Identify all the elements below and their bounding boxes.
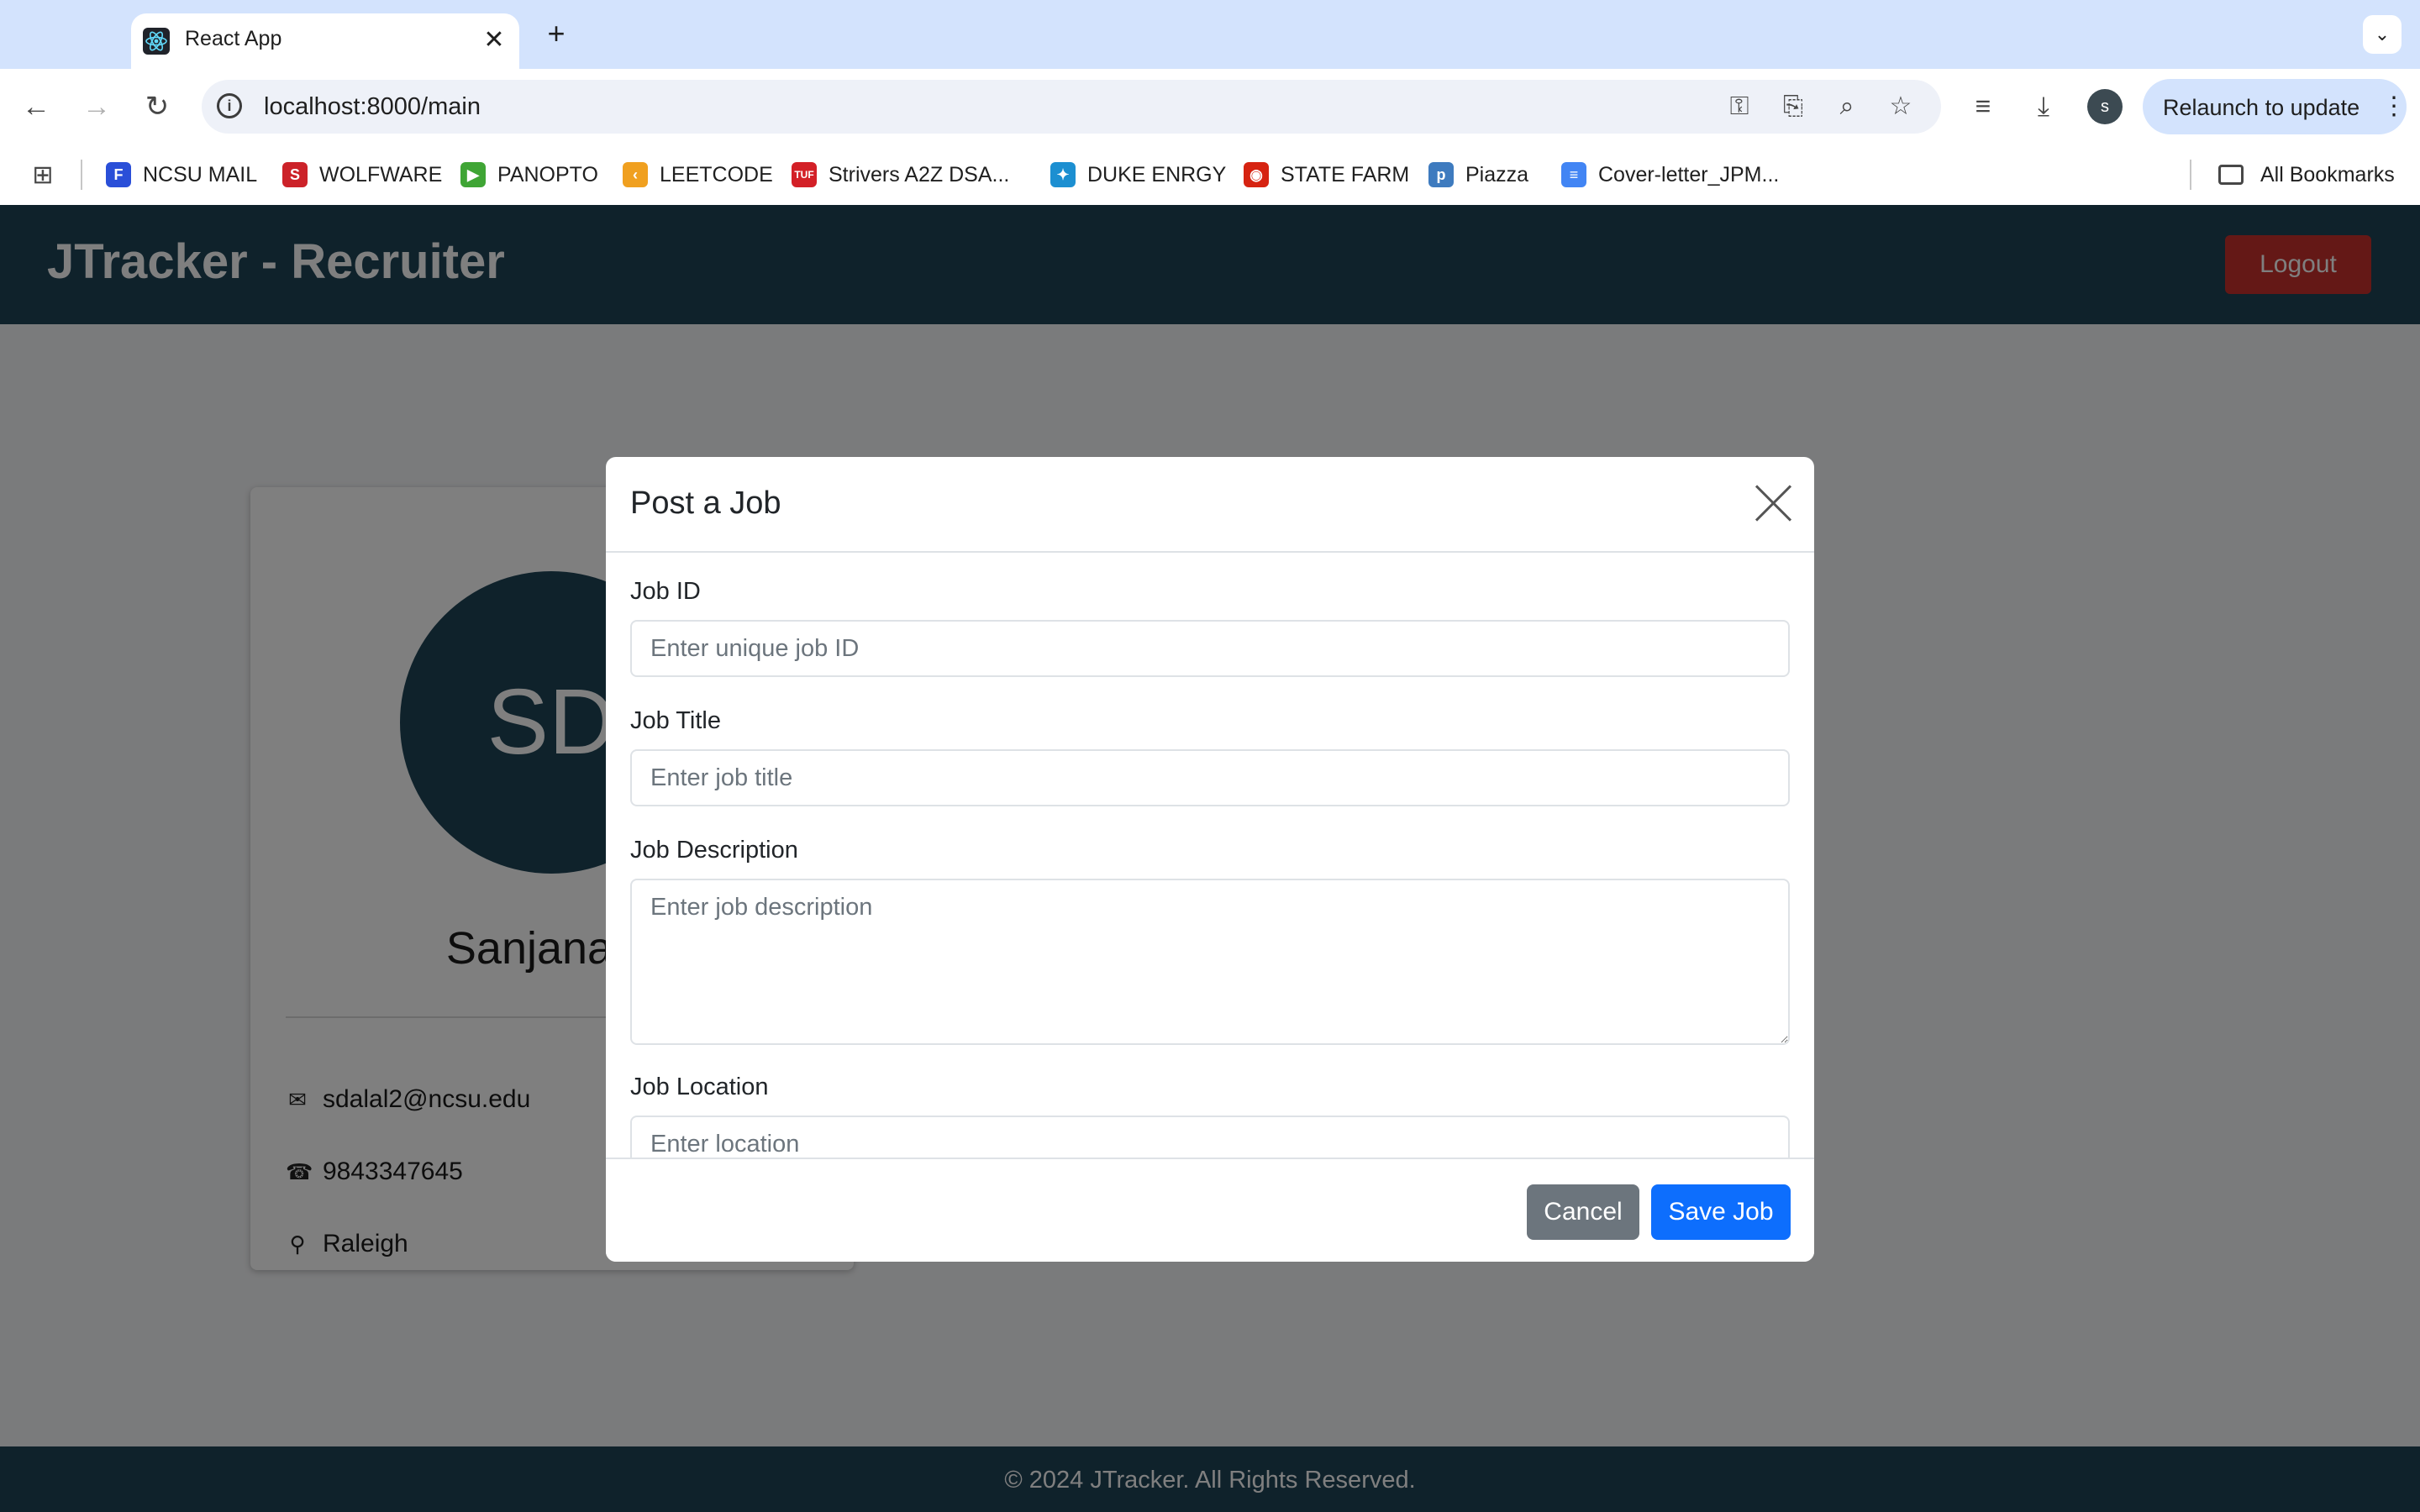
- bookmark-label: NCSU MAIL: [143, 162, 258, 186]
- all-bookmarks-label: All Bookmarks: [2260, 162, 2395, 186]
- bookmark-piazza[interactable]: p Piazza: [1428, 160, 1528, 190]
- reload-icon[interactable]: ↻: [138, 87, 176, 126]
- bookmarks-bar: ⊞ F NCSU MAIL S WOLFWARE ▶ PANOPTO ‹ LEE…: [0, 144, 2420, 206]
- bookmark-duke-energy[interactable]: ✦ DUKE ENRGY: [1050, 160, 1226, 190]
- bookmarks-divider: [81, 160, 82, 190]
- all-bookmarks-button[interactable]: All Bookmarks: [2218, 160, 2395, 190]
- bookmark-wolfware[interactable]: S WOLFWARE: [282, 160, 442, 190]
- leetcode-icon: ‹: [623, 162, 648, 187]
- job-title-label: Job Title: [630, 707, 721, 734]
- site-info-icon[interactable]: i: [217, 93, 242, 118]
- bookmarks-divider: [2190, 160, 2191, 190]
- strivers-icon: TUF: [792, 162, 817, 187]
- url-text[interactable]: localhost:8000/main: [264, 93, 481, 121]
- job-id-label: Job ID: [630, 578, 701, 605]
- job-title-input[interactable]: [630, 749, 1790, 806]
- media-control-icon[interactable]: ≡: [1965, 87, 2002, 124]
- job-location-input[interactable]: [630, 1116, 1790, 1158]
- folder-icon: [2218, 165, 2244, 185]
- browser-toolbar: ← → ↻ i localhost:8000/main ⚿ ⎘ ⌕ ☆ ≡ ⤓ …: [0, 69, 2420, 144]
- bookmark-label: Piazza: [1465, 162, 1529, 186]
- bookmark-panopto[interactable]: ▶ PANOPTO: [460, 160, 598, 190]
- tab-title: React App: [185, 27, 282, 50]
- wolfware-icon: S: [282, 162, 308, 187]
- close-icon[interactable]: [1754, 484, 1792, 522]
- bookmark-cover-letter[interactable]: ≡ Cover-letter_JPM...: [1561, 160, 1779, 190]
- app-page: JTracker - Recruiter Logout SD Sanjana D…: [0, 205, 2420, 1512]
- profile-avatar[interactable]: s: [2087, 89, 2123, 124]
- browser-tabstrip: React App ✕ + ⌄: [0, 0, 2420, 69]
- bookmark-label: Cover-letter_JPM...: [1598, 162, 1780, 186]
- cancel-button[interactable]: Cancel: [1527, 1184, 1639, 1240]
- modal-header: Post a Job: [606, 457, 1814, 553]
- bookmark-label: STATE FARM: [1281, 162, 1410, 186]
- download-icon[interactable]: ⤓: [2025, 87, 2062, 124]
- job-location-label: Job Location: [630, 1074, 769, 1100]
- new-tab-icon[interactable]: +: [539, 17, 573, 50]
- modal-body: Job ID Job Title Job Description Job Loc…: [606, 553, 1814, 1158]
- browser-tab-active[interactable]: React App ✕: [131, 13, 519, 69]
- tab-search-chevron-icon[interactable]: ⌄: [2363, 15, 2402, 54]
- save-job-button[interactable]: Save Job: [1651, 1184, 1791, 1240]
- bookmark-label: Strivers A2Z DSA...: [829, 162, 1010, 186]
- tab-close-icon[interactable]: ✕: [479, 25, 509, 55]
- forward-arrow-icon[interactable]: →: [77, 87, 116, 126]
- relaunch-button[interactable]: Relaunch to update ⋮: [2143, 79, 2407, 134]
- job-description-label: Job Description: [630, 837, 798, 864]
- job-id-input[interactable]: [630, 620, 1790, 677]
- bookmark-leetcode[interactable]: ‹ LEETCODE: [623, 160, 773, 190]
- bookmark-strivers[interactable]: TUF Strivers A2Z DSA...: [792, 160, 1009, 190]
- bookmark-ncsu-mail[interactable]: F NCSU MAIL: [106, 160, 257, 190]
- bookmark-star-icon[interactable]: ☆: [1886, 92, 1916, 122]
- zoom-icon[interactable]: ⌕: [1832, 92, 1862, 122]
- address-bar[interactable]: i localhost:8000/main ⚿ ⎘ ⌕ ☆: [202, 80, 1941, 134]
- back-arrow-icon[interactable]: ←: [17, 87, 55, 126]
- duke-energy-icon: ✦: [1050, 162, 1076, 187]
- bookmark-label: DUKE ENRGY: [1087, 162, 1227, 186]
- google-docs-icon: ≡: [1561, 162, 1586, 187]
- password-key-icon[interactable]: ⚿: [1724, 92, 1754, 122]
- react-icon: [143, 28, 170, 55]
- modal-title: Post a Job: [630, 486, 781, 521]
- bookmark-label: PANOPTO: [497, 162, 598, 186]
- panopto-icon: ▶: [460, 162, 486, 187]
- modal-footer: Cancel Save Job: [606, 1158, 1814, 1262]
- bookmark-label: LEETCODE: [660, 162, 773, 186]
- post-job-modal: Post a Job Job ID Job Title Job Descript…: [606, 457, 1814, 1262]
- bookmark-state-farm[interactable]: ◉ STATE FARM: [1244, 160, 1409, 190]
- piazza-icon: p: [1428, 162, 1454, 187]
- state-farm-icon: ◉: [1244, 162, 1269, 187]
- more-menu-icon[interactable]: ⋮: [2381, 90, 2407, 123]
- job-description-textarea[interactable]: [630, 879, 1790, 1045]
- bookmark-label: WOLFWARE: [319, 162, 443, 186]
- apps-grid-icon[interactable]: ⊞: [29, 161, 57, 190]
- relaunch-label: Relaunch to update: [2163, 95, 2360, 120]
- install-app-icon[interactable]: ⎘: [1778, 92, 1808, 122]
- ncsu-mail-icon: F: [106, 162, 131, 187]
